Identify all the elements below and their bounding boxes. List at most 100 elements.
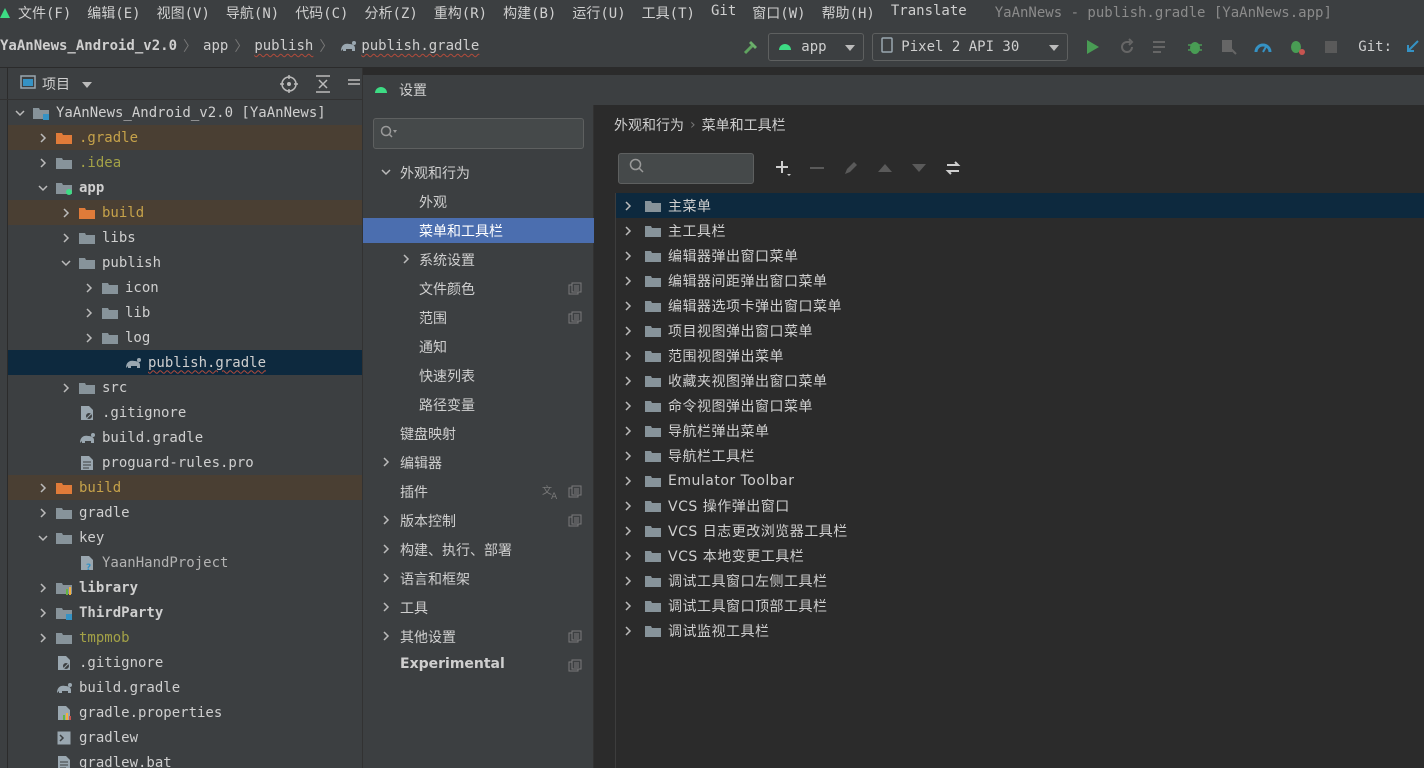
options-icon[interactable] xyxy=(348,75,360,97)
profiler-icon[interactable] xyxy=(1246,33,1280,61)
git-update-icon[interactable] xyxy=(1400,33,1424,61)
stop-icon[interactable] xyxy=(1314,33,1348,61)
settings-nav-item[interactable]: 其他设置 xyxy=(363,624,594,649)
chevron-down-icon[interactable] xyxy=(12,105,28,121)
menu-item[interactable]: Translate xyxy=(883,3,975,23)
chevron-down-icon[interactable] xyxy=(35,530,51,546)
chevron-right-icon[interactable] xyxy=(620,548,636,564)
project-tree-row[interactable]: publish xyxy=(8,250,362,275)
menu-item[interactable]: 代码(C) xyxy=(287,3,356,23)
menu-tree-row[interactable]: 导航栏弹出菜单 xyxy=(616,418,1424,443)
chevron-right-icon[interactable] xyxy=(620,248,636,264)
project-tree-row[interactable]: key xyxy=(8,525,362,550)
chevron-right-icon[interactable] xyxy=(379,571,393,585)
chevron-right-icon[interactable] xyxy=(379,455,393,469)
build-hammer-icon[interactable] xyxy=(734,33,768,61)
chevron-right-icon[interactable] xyxy=(620,573,636,589)
menu-item[interactable]: 构建(B) xyxy=(495,3,564,23)
menu-tree-row[interactable]: VCS 日志更改浏览器工具栏 xyxy=(616,518,1424,543)
settings-nav-item[interactable]: 菜单和工具栏 xyxy=(363,218,594,243)
chevron-right-icon[interactable] xyxy=(58,230,74,246)
move-down-icon[interactable] xyxy=(902,154,936,182)
project-tree-row[interactable]: app xyxy=(8,175,362,200)
rerun-icon[interactable] xyxy=(1110,33,1144,61)
settings-nav-item[interactable]: 语言和框架 xyxy=(363,566,594,591)
device-select[interactable]: Pixel 2 API 30 xyxy=(872,32,1069,61)
collapse-all-icon[interactable] xyxy=(315,75,331,97)
menu-tree-row[interactable]: 调试监视工具栏 xyxy=(616,618,1424,643)
settings-nav-item[interactable]: 插件 文 A xyxy=(363,479,594,504)
settings-nav-item[interactable]: 键盘映射 xyxy=(363,421,594,446)
settings-nav-item[interactable]: 范围 xyxy=(363,305,594,330)
menu-tree-row[interactable]: 主菜单 xyxy=(616,193,1424,218)
chevron-down-icon[interactable] xyxy=(379,165,393,179)
settings-nav-item[interactable]: 外观 xyxy=(363,189,594,214)
debug-settings-icon[interactable] xyxy=(1280,33,1314,61)
remove-action-icon[interactable] xyxy=(800,154,834,182)
project-tree-row[interactable]: ThirdParty xyxy=(8,600,362,625)
move-up-icon[interactable] xyxy=(868,154,902,182)
chevron-right-icon[interactable] xyxy=(620,598,636,614)
chevron-right-icon[interactable] xyxy=(35,130,51,146)
chevron-right-icon[interactable] xyxy=(620,398,636,414)
menu-tree-row[interactable]: 编辑器间距弹出窗口菜单 xyxy=(616,268,1424,293)
restore-defaults-icon[interactable] xyxy=(936,154,970,182)
chevron-right-icon[interactable] xyxy=(620,423,636,439)
menu-tree-row[interactable]: 主工具栏 xyxy=(616,218,1424,243)
project-tree-row[interactable]: proguard-rules.pro xyxy=(8,450,362,475)
project-tree-row[interactable]: gradlew.bat xyxy=(8,750,362,768)
menu-tree-row[interactable]: Emulator Toolbar xyxy=(616,468,1424,493)
menu-tree-row[interactable]: 调试工具窗口顶部工具栏 xyxy=(616,593,1424,618)
chevron-right-icon[interactable] xyxy=(379,513,393,527)
breadcrumb-item[interactable]: publish xyxy=(254,38,313,54)
project-tree-row[interactable]: log xyxy=(8,325,362,350)
menu-item[interactable]: 窗口(W) xyxy=(744,3,813,23)
chevron-right-icon[interactable] xyxy=(35,580,51,596)
run-config-select[interactable]: app xyxy=(768,32,865,61)
settings-nav-item[interactable]: 文件颜色 xyxy=(363,276,594,301)
chevron-right-icon[interactable] xyxy=(35,630,51,646)
chevron-right-icon[interactable] xyxy=(35,480,51,496)
menu-item[interactable]: 视图(V) xyxy=(149,3,218,23)
chevron-right-icon[interactable] xyxy=(620,373,636,389)
project-tree-row[interactable]: library xyxy=(8,575,362,600)
chevron-right-icon[interactable] xyxy=(35,155,51,171)
chevron-right-icon[interactable] xyxy=(620,298,636,314)
project-tree-row[interactable]: .gradle xyxy=(8,125,362,150)
attach-debugger-icon[interactable] xyxy=(1212,33,1246,61)
menu-item[interactable]: 重构(R) xyxy=(426,3,495,23)
menu-item[interactable]: Git xyxy=(703,3,744,23)
settings-nav-item[interactable]: 编辑器 xyxy=(363,450,594,475)
menu-tree-row[interactable]: 导航栏工具栏 xyxy=(616,443,1424,468)
settings-nav-item[interactable]: 通知 xyxy=(363,334,594,359)
project-tree-row[interactable]: src xyxy=(8,375,362,400)
menu-item[interactable]: 分析(Z) xyxy=(356,3,425,23)
project-tree-row[interactable]: .gitignore xyxy=(8,650,362,675)
project-tree-row[interactable]: build.gradle xyxy=(8,675,362,700)
menu-item[interactable]: 编辑(E) xyxy=(79,3,148,23)
settings-nav-item[interactable]: Experimental xyxy=(363,653,594,678)
chevron-right-icon[interactable] xyxy=(35,605,51,621)
chevron-right-icon[interactable] xyxy=(399,252,413,266)
chevron-right-icon[interactable] xyxy=(81,330,97,346)
menu-tree-row[interactable]: 命令视图弹出窗口菜单 xyxy=(616,393,1424,418)
chevron-right-icon[interactable] xyxy=(620,498,636,514)
menu-item[interactable]: 帮助(H) xyxy=(814,3,883,23)
chevron-right-icon[interactable] xyxy=(58,380,74,396)
settings-nav-item[interactable]: 外观和行为 xyxy=(363,160,594,185)
chevron-right-icon[interactable] xyxy=(620,623,636,639)
breadcrumb-item[interactable]: publish.gradle xyxy=(339,38,479,54)
project-tree-row[interactable]: YaAnNews_Android_v2.0 [YaAnNews] xyxy=(8,100,362,125)
chevron-right-icon[interactable] xyxy=(620,448,636,464)
settings-nav-item[interactable]: 快速列表 xyxy=(363,363,594,388)
menu-tree-row[interactable]: 编辑器选项卡弹出窗口菜单 xyxy=(616,293,1424,318)
menu-tree-row[interactable]: 收藏夹视图弹出窗口菜单 xyxy=(616,368,1424,393)
debug-icon[interactable] xyxy=(1178,33,1212,61)
menu-tree-row[interactable]: 调试工具窗口左侧工具栏 xyxy=(616,568,1424,593)
project-tree-row[interactable]: .idea xyxy=(8,150,362,175)
project-tree-row[interactable]: build xyxy=(8,475,362,500)
project-tree-row[interactable]: ? YaanHandProject xyxy=(8,550,362,575)
project-tree-row[interactable]: build xyxy=(8,200,362,225)
menu-tree-row[interactable]: VCS 本地变更工具栏 xyxy=(616,543,1424,568)
locate-file-icon[interactable] xyxy=(280,75,298,97)
